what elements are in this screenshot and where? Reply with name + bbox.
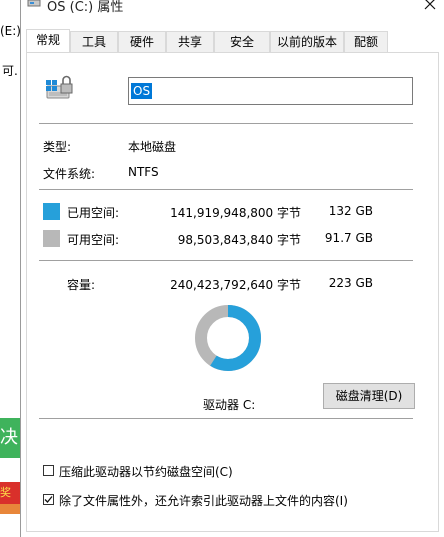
- tab-general[interactable]: 常规: [26, 29, 70, 53]
- disk-cleanup-button[interactable]: 磁盘清理(D): [323, 383, 415, 409]
- drive-icon: [27, 0, 41, 8]
- used-space-size: 132 GB: [328, 204, 373, 218]
- tab-security[interactable]: 安全: [214, 31, 270, 52]
- free-space-swatch: [43, 230, 60, 247]
- type-value: 本地磁盘: [128, 140, 177, 154]
- compress-checkbox[interactable]: [43, 465, 54, 476]
- properties-dialog: OS (C:) 属性 常规 工具 硬件 共享 安全 以前的版本 配额 OS 类型…: [20, 0, 444, 537]
- capacity-size: 223 GB: [328, 276, 373, 290]
- compress-label[interactable]: 压缩此驱动器以节约磁盘空间(C): [59, 463, 233, 480]
- background-green-tile: 决: [0, 418, 20, 458]
- index-checkbox[interactable]: [43, 494, 54, 505]
- free-space-bytes: 98,503,843,840 字节: [177, 233, 301, 247]
- tab-previous-versions[interactable]: 以前的版本: [270, 31, 344, 52]
- used-space-bytes: 141,919,948,800 字节: [170, 206, 301, 220]
- divider: [39, 123, 413, 124]
- free-space-size: 91.7 GB: [324, 231, 373, 245]
- usage-donut-chart: [193, 303, 263, 373]
- used-space-swatch: [43, 203, 60, 220]
- background-text: (E:): [0, 24, 21, 38]
- used-space-label: 已用空间:: [67, 206, 120, 220]
- capacity-label: 容量:: [67, 278, 96, 292]
- background-orange-strip: [0, 504, 20, 514]
- close-button[interactable]: [415, 0, 444, 14]
- window-title: OS (C:) 属性: [47, 0, 124, 15]
- drive-name-selection: OS: [131, 83, 153, 99]
- checkmark-icon: [44, 496, 53, 503]
- divider: [39, 418, 413, 419]
- drive-lock-icon: [43, 70, 77, 104]
- close-icon: [424, 0, 436, 10]
- free-space-label: 可用空间:: [67, 233, 120, 247]
- index-label[interactable]: 除了文件属性外，还允许索引此驱动器上文件的内容(I): [59, 492, 348, 509]
- filesystem-value: NTFS: [128, 165, 159, 179]
- drive-name-input[interactable]: OS: [128, 77, 413, 105]
- tab-quota[interactable]: 配额: [344, 31, 388, 52]
- background-text: 可.: [2, 64, 18, 78]
- capacity-bytes: 240,423,792,640 字节: [170, 278, 301, 292]
- tab-sharing[interactable]: 共享: [166, 31, 214, 52]
- tab-tools[interactable]: 工具: [70, 31, 118, 52]
- type-label: 类型:: [43, 140, 72, 154]
- drive-letter-label: 驱动器 C:: [203, 398, 256, 412]
- background-red-tile: 奖: [0, 482, 20, 504]
- divider: [39, 260, 413, 261]
- filesystem-label: 文件系统:: [43, 167, 96, 181]
- tab-hardware[interactable]: 硬件: [118, 31, 166, 52]
- divider: [39, 189, 413, 190]
